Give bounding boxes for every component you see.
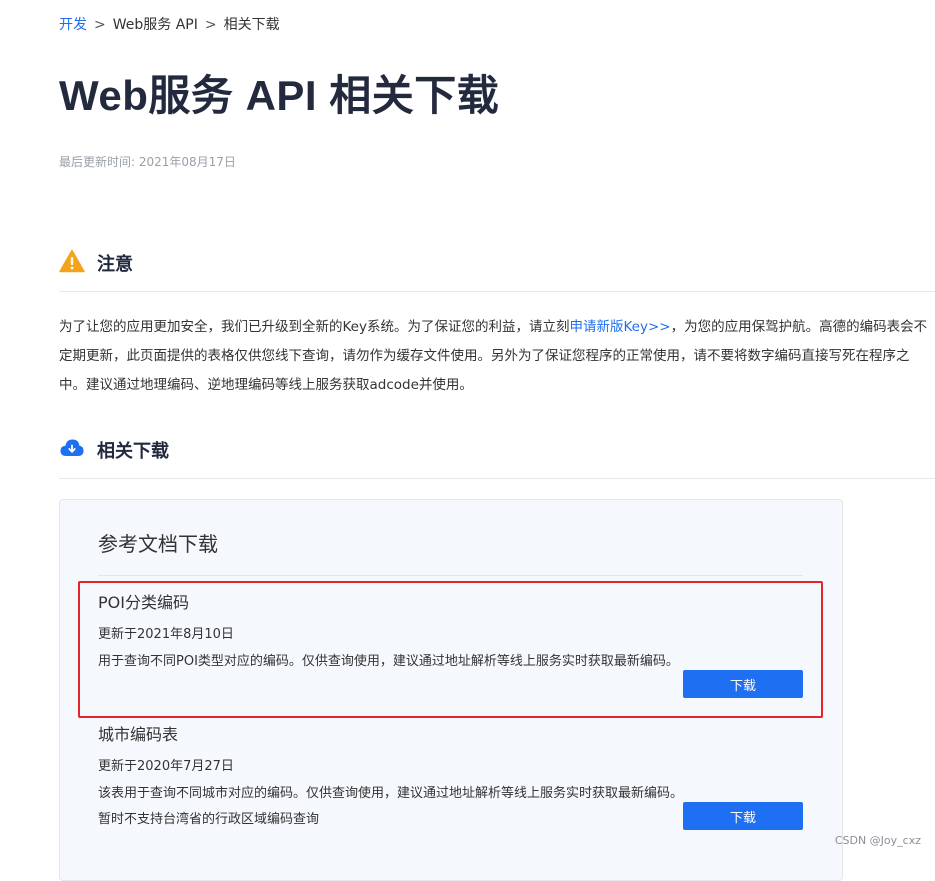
notice-line: 为了让您的应用更加安全，我们已升级到全新的Key系统。为了保证您的利益，请立刻申… xyxy=(59,313,935,342)
notice-text-segment: 为了让您的应用更加安全，我们已升级到全新的Key系统。为了保证您的利益，请立刻 xyxy=(59,319,570,335)
notice-line: 中。建议通过地理编码、逆地理编码等线上服务获取adcode并使用。 xyxy=(59,377,473,393)
breadcrumb-separator: > xyxy=(204,17,217,33)
breadcrumb: 开发 > Web服务 API > 相关下载 xyxy=(59,16,280,34)
notice-text-segment: ，为您的应用保驾护航。高德的编码表会不 xyxy=(670,319,928,335)
card-divider xyxy=(98,575,803,576)
highlight-box xyxy=(78,581,823,718)
notice-section-header: 注意 xyxy=(59,249,133,277)
breadcrumb-link-web-api[interactable]: Web服务 API xyxy=(113,16,198,34)
notice-heading: 注意 xyxy=(97,254,133,275)
breadcrumb-separator: > xyxy=(94,17,106,33)
breadcrumb-current: 相关下载 xyxy=(223,17,280,33)
watermark: CSDN @Joy_cxz xyxy=(834,834,921,847)
section-divider xyxy=(59,291,935,292)
downloads-heading: 相关下载 xyxy=(97,441,169,462)
downloads-section-header: 相关下载 xyxy=(59,437,169,463)
apply-new-key-link[interactable]: 申请新版Key>> xyxy=(569,319,670,335)
last-updated-text: 最后更新时间: 2021年08月17日 xyxy=(59,155,236,169)
item-description: 该表用于查询不同城市对应的编码。仅供查询使用，建议通过地址解析等线上服务实时获取… xyxy=(98,786,684,827)
item-name: 城市编码表 xyxy=(98,725,179,744)
section-divider xyxy=(59,478,935,479)
download-item-city-code: 城市编码表 更新于2020年7月27日 该表用于查询不同城市对应的编码。仅供查询… xyxy=(98,724,803,833)
notice-line: 定期更新，此页面提供的表格仅供您线下查询，请勿作为缓存文件使用。另外为了保证您程… xyxy=(59,348,910,364)
warning-icon xyxy=(59,249,85,277)
card-title: 参考文档下载 xyxy=(98,532,218,556)
breadcrumb-link-develop[interactable]: 开发 xyxy=(59,16,87,34)
page-title: Web服务 API 相关下载 xyxy=(59,72,500,119)
notice-text: 为了让您的应用更加安全，我们已升级到全新的Key系统。为了保证您的利益，请立刻申… xyxy=(59,313,935,397)
download-button[interactable]: 下载 xyxy=(683,802,803,830)
item-updated-date: 更新于2020年7月27日 xyxy=(98,759,234,774)
cloud-download-icon xyxy=(59,437,85,463)
